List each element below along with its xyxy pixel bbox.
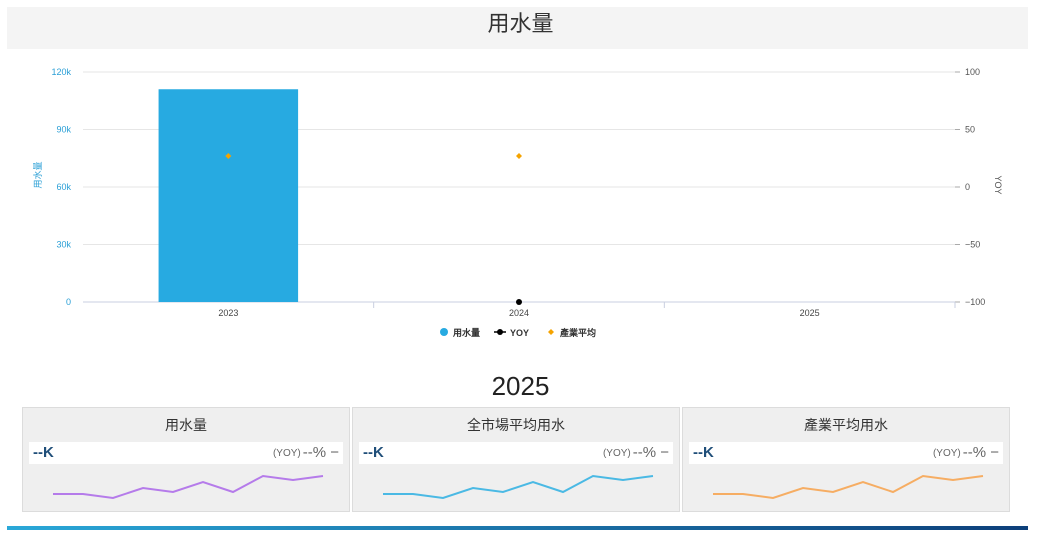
yoy-label: (YOY) xyxy=(932,448,961,459)
y2-tick-label: −100 xyxy=(965,297,985,307)
yoy-value: --% xyxy=(302,444,327,461)
y2-tick-label: 100 xyxy=(965,67,980,77)
water-usage-chart: 0 30k 60k 90k 120k −100 −50 0 50 100 2023 2024 2025 用… xyxy=(32,67,1003,338)
yoy-value: --% xyxy=(632,444,657,461)
y-tick-label: 120k xyxy=(51,67,71,77)
sparkline xyxy=(53,474,324,500)
industry-average-point xyxy=(516,152,522,159)
y-axis-title: 用水量 xyxy=(32,161,43,188)
trend-flat-icon: − xyxy=(330,444,339,461)
legend-swatch-point xyxy=(497,329,503,335)
year-heading: 2025 xyxy=(491,371,550,401)
y2-axis-title: YOY xyxy=(993,175,1003,194)
legend-swatch-diamond xyxy=(548,329,554,335)
x-tick-label: 2024 xyxy=(509,308,529,318)
sparkline xyxy=(383,474,654,500)
sparkline-line xyxy=(53,474,324,500)
card-title: 用水量 xyxy=(165,417,207,433)
card-title: 產業平均用水 xyxy=(804,417,888,433)
yoy-label: (YOY) xyxy=(272,448,301,459)
legend-label: YOY xyxy=(510,328,529,338)
card-value: --K xyxy=(33,444,54,461)
trend-flat-icon: − xyxy=(660,444,669,461)
x-tick-label: 2023 xyxy=(218,308,238,318)
legend-label: 產業平均 xyxy=(559,327,596,338)
card-industry-average: 產業平均用水 --K (YOY) --% − xyxy=(682,407,1010,512)
card-value-strip: --K (YOY) --% − xyxy=(689,442,1003,464)
y2-tick-label: 0 xyxy=(965,182,970,192)
yoy-value: --% xyxy=(962,444,987,461)
card-title: 全市場平均用水 xyxy=(467,417,565,433)
legend-swatch-bar xyxy=(440,328,448,336)
card-water-usage: 用水量 --K (YOY) --% − xyxy=(22,407,350,512)
card-yoy: (YOY) --% − xyxy=(273,444,339,463)
card-yoy: (YOY) --% − xyxy=(603,444,669,463)
yoy-label: (YOY) xyxy=(602,448,631,459)
summary-cards: 用水量 --K (YOY) --% − 全市場平均用水 --K (YOY) --% … xyxy=(22,407,1014,512)
card-value-strip: --K (YOY) --% − xyxy=(29,442,343,464)
trend-flat-icon: − xyxy=(990,444,999,461)
x-tick-label: 2025 xyxy=(800,308,820,318)
card-market-average: 全市場平均用水 --K (YOY) --% − xyxy=(352,407,680,512)
y-tick-label: 90k xyxy=(56,125,71,135)
y2-tick-label: −50 xyxy=(965,240,980,250)
card-value-strip: --K (YOY) --% − xyxy=(359,442,673,464)
card-yoy: (YOY) --% − xyxy=(933,444,999,463)
sparkline-line xyxy=(713,474,984,500)
bottom-accent-bar xyxy=(7,526,1028,530)
yoy-point xyxy=(516,299,522,305)
legend-label: 用水量 xyxy=(452,327,480,338)
y-tick-label: 60k xyxy=(56,182,71,192)
card-value: --K xyxy=(363,444,384,461)
sparkline-line xyxy=(383,474,654,500)
y-tick-label: 30k xyxy=(56,240,71,250)
y-tick-label: 0 xyxy=(66,297,71,307)
page-title: 用水量 xyxy=(487,11,554,36)
bar-2023 xyxy=(158,89,299,302)
sparkline xyxy=(713,474,984,500)
card-value: --K xyxy=(693,444,714,461)
y2-tick-label: 50 xyxy=(965,125,975,135)
